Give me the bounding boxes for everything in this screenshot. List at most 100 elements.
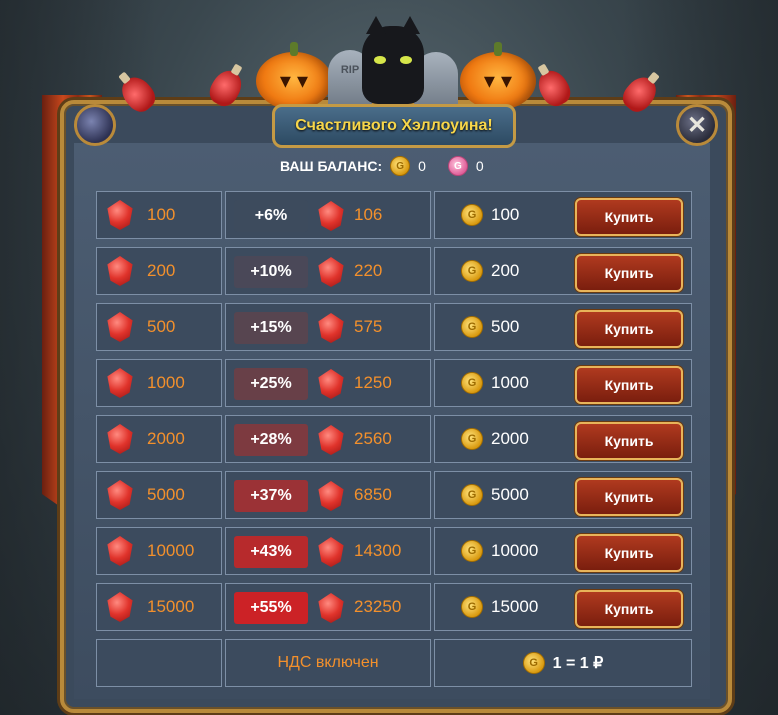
footer-row: НДС включен G 1 = 1 ₽ [96, 639, 692, 689]
close-button[interactable]: ✕ [676, 104, 718, 146]
gold-coin-icon: G [461, 484, 483, 506]
bonus-badge: +15% [234, 312, 308, 344]
ruby-icon [318, 313, 344, 343]
pack-row: 1000 +25% 1250 G 1000 Купить [96, 359, 692, 409]
gold-coin-icon: G [461, 540, 483, 562]
buy-button[interactable]: Купить [575, 366, 683, 404]
pack-row: 100 +6% 106 G 100 Купить [96, 191, 692, 241]
pack-row: 200 +10% 220 G 200 Купить [96, 247, 692, 297]
gold-coin-icon: G [461, 372, 483, 394]
total-amount: 6850 [354, 485, 392, 504]
price: 200 [491, 261, 520, 280]
bonus-cell: +28% 2560 [225, 415, 431, 463]
balance-label: ВАШ БАЛАНС: [280, 158, 383, 174]
gold-coin-icon: G [461, 596, 483, 618]
coin-balance: 0 [418, 158, 426, 174]
ruby-icon [318, 537, 344, 567]
base-cell: 15000 [96, 583, 222, 631]
base-cell: 1000 [96, 359, 222, 407]
buy-button[interactable]: Купить [575, 254, 683, 292]
bonus-badge: +55% [234, 592, 308, 624]
ruby-icon [318, 257, 344, 287]
buy-button[interactable]: Купить [575, 590, 683, 628]
total-amount: 1250 [354, 373, 392, 392]
balance-bar: ВАШ БАЛАНС: G 0 G 0 [280, 155, 498, 177]
pumpkin-icon: ▾ ▾ [256, 42, 332, 110]
buy-button[interactable]: Купить [575, 422, 683, 460]
price: 5000 [491, 485, 529, 504]
pink-coin-icon: G [447, 156, 468, 176]
bonus-cell: +25% 1250 [225, 359, 431, 407]
bonus-cell: +10% 220 [225, 247, 431, 295]
bonus-badge: +6% [234, 200, 308, 232]
base-cell: 500 [96, 303, 222, 351]
ruby-icon [107, 200, 133, 230]
total-amount: 2560 [354, 429, 392, 448]
ruby-icon [107, 536, 133, 566]
price-cell: G 500 Купить [434, 303, 692, 351]
price: 2000 [491, 429, 529, 448]
bonus-badge: +10% [234, 256, 308, 288]
ruby-icon [318, 425, 344, 455]
pack-row: 500 +15% 575 G 500 Купить [96, 303, 692, 353]
bonus-badge: +28% [234, 424, 308, 456]
bonus-cell: +15% 575 [225, 303, 431, 351]
orb-icon [74, 104, 116, 146]
price-cell: G 1000 Купить [434, 359, 692, 407]
base-amount: 15000 [147, 597, 195, 616]
buy-button[interactable]: Купить [575, 198, 683, 236]
pack-row: 10000 +43% 14300 G 10000 Купить [96, 527, 692, 577]
black-cat-icon [362, 16, 424, 104]
price: 100 [491, 205, 520, 224]
base-cell: 2000 [96, 415, 222, 463]
total-amount: 14300 [354, 541, 402, 560]
base-cell: 5000 [96, 471, 222, 519]
footer-cell-empty [96, 639, 222, 687]
ruby-icon [318, 201, 344, 231]
price: 500 [491, 317, 520, 336]
price: 15000 [491, 597, 539, 616]
ruby-icon [107, 368, 133, 398]
ruby-icon [107, 256, 133, 286]
bonus-cell: +55% 23250 [225, 583, 431, 631]
price-cell: G 15000 Купить [434, 583, 692, 631]
price-cell: G 10000 Купить [434, 527, 692, 575]
ruby-icon [107, 424, 133, 454]
pack-row: 5000 +37% 6850 G 5000 Купить [96, 471, 692, 521]
exchange-rate: G 1 = 1 ₽ [434, 639, 692, 687]
buy-button[interactable]: Купить [575, 310, 683, 348]
buy-button[interactable]: Купить [575, 478, 683, 516]
total-amount: 23250 [354, 597, 402, 616]
ruby-icon [107, 480, 133, 510]
title-banner: Счастливого Хэллоуина! [272, 104, 516, 148]
page-title: Счастливого Хэллоуина! [295, 117, 493, 134]
pumpkin-icon: ▾ ▾ [460, 42, 536, 110]
ruby-icon [107, 312, 133, 342]
total-amount: 575 [354, 317, 383, 336]
pack-row: 15000 +55% 23250 G 15000 Купить [96, 583, 692, 633]
bonus-badge: +25% [234, 368, 308, 400]
total-amount: 220 [354, 261, 383, 280]
bonus-cell: +37% 6850 [225, 471, 431, 519]
price-cell: G 200 Купить [434, 247, 692, 295]
price: 1000 [491, 373, 529, 392]
gold-coin-icon: G [390, 156, 411, 176]
exchange-rate-text: 1 = 1 ₽ [552, 655, 604, 672]
gold-coin-icon: G [461, 428, 483, 450]
base-cell: 200 [96, 247, 222, 295]
gold-coin-icon: G [522, 652, 545, 674]
gold-coin-icon: G [461, 204, 483, 226]
total-amount: 106 [354, 205, 383, 224]
close-icon: ✕ [686, 111, 708, 139]
buy-button[interactable]: Купить [575, 534, 683, 572]
base-amount: 1000 [147, 373, 185, 392]
price-cell: G 5000 Купить [434, 471, 692, 519]
base-amount: 200 [147, 261, 176, 280]
gold-coin-icon: G [461, 316, 483, 338]
base-amount: 2000 [147, 429, 185, 448]
bonus-cell: +43% 14300 [225, 527, 431, 575]
base-cell: 100 [96, 191, 222, 239]
base-amount: 10000 [147, 541, 195, 560]
bonus-cell: +6% 106 [225, 191, 431, 239]
ruby-icon [318, 369, 344, 399]
